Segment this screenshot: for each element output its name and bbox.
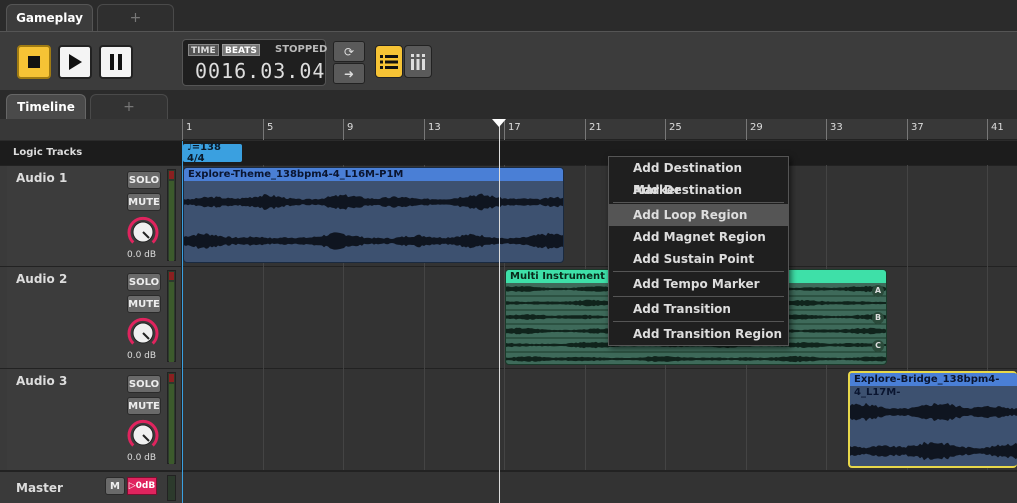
menu-add-destination-marker[interactable]: Add Destination Marker	[609, 157, 788, 197]
list-icon	[380, 54, 398, 69]
solo-button[interactable]: SOLO	[127, 375, 161, 393]
volume-knob[interactable]	[126, 215, 160, 249]
add-tab-button[interactable]: +	[97, 4, 174, 31]
bar-number: 13	[428, 122, 441, 133]
master-level-readout: ▷0dB	[127, 477, 157, 495]
track-header: Audio 2 SOLO MUTE 0.0 dB	[7, 267, 182, 368]
mute-button[interactable]: MUTE	[127, 295, 161, 313]
start-marker-line	[182, 141, 183, 503]
timeline-tabs: Timeline +	[0, 90, 1017, 119]
bar-tick	[665, 119, 666, 140]
pause-button[interactable]	[99, 45, 133, 79]
tab-timeline[interactable]: Timeline	[6, 94, 86, 119]
transport-status: STOPPED	[275, 44, 328, 55]
level-meter	[167, 372, 176, 464]
clip-title: Explore-Theme_138bpm4-4_L16M-P1M	[184, 168, 563, 181]
waveform	[850, 402, 1017, 461]
clip-title: Explore-Bridge_138bpm4-4_L17M-	[850, 373, 1017, 398]
transport-clock: TIME BEATS STOPPED 0016.03.04	[182, 39, 328, 86]
mixer-icon	[411, 53, 425, 70]
tab-gameplay[interactable]: Gameplay	[6, 4, 93, 31]
bar-tick	[343, 119, 344, 140]
track-header: Audio 1 SOLO MUTE 0.0 dB	[7, 166, 182, 266]
menu-add-sustain-point[interactable]: Add Sustain Point	[609, 248, 788, 270]
pause-icon	[110, 54, 122, 70]
master-track-name: Master	[16, 481, 63, 495]
loop-button[interactable]: ⟳	[333, 41, 365, 62]
logic-tracks-row: Logic Tracks ♩=138 4/4	[0, 141, 1017, 165]
arrow-right-icon: ➜	[343, 66, 355, 81]
context-menu: Add Destination Marker Add Destination R…	[608, 156, 789, 346]
track-name: Audio 3	[16, 374, 68, 388]
logic-tracks-label: Logic Tracks	[13, 147, 83, 158]
menu-add-transition[interactable]: Add Transition	[609, 298, 788, 320]
bar-number: 5	[267, 122, 274, 133]
bar-tick	[987, 119, 988, 140]
volume-knob[interactable]	[126, 316, 160, 350]
bar-tick	[746, 119, 747, 140]
tempo-marker[interactable]: ♩=138 4/4	[183, 142, 242, 164]
volume-readout: 0.0 dB	[127, 250, 157, 260]
level-meter	[167, 270, 176, 362]
beats-mode-toggle[interactable]: BEATS	[222, 44, 260, 56]
menu-add-transition-region[interactable]: Add Transition Region	[609, 323, 788, 345]
master-track: Master M ▷0dB	[0, 470, 1017, 503]
bar-number: 9	[347, 122, 354, 133]
stop-button[interactable]	[17, 45, 51, 79]
waveform	[184, 193, 563, 250]
bar-number: 21	[589, 122, 602, 133]
bar-number: 1	[186, 122, 193, 133]
menu-add-tempo-marker[interactable]: Add Tempo Marker	[609, 273, 788, 295]
bar-number: 41	[991, 122, 1004, 133]
position-counter: 0016.03.04	[195, 59, 326, 83]
stop-icon	[28, 56, 40, 68]
play-button[interactable]	[58, 45, 92, 79]
bar-ruler[interactable]: 1 5 9 13 17 21 25 29 33 37 41	[0, 119, 1017, 140]
transport-bar: TIME BEATS STOPPED 0016.03.04 ⟳ ➜	[0, 31, 1017, 90]
mixer-view-button[interactable]	[404, 45, 432, 78]
instrument-a-label: A	[872, 285, 884, 297]
volume-readout: 0.0 dB	[127, 453, 157, 463]
menu-add-destination-region[interactable]: Add Destination Region	[609, 179, 788, 219]
mute-button[interactable]: MUTE	[127, 193, 161, 211]
volume-knob[interactable]	[126, 418, 160, 452]
audio-clip[interactable]: Explore-Theme_138bpm4-4_L16M-P1M	[183, 167, 564, 263]
track-header: Audio 3 SOLO MUTE 0.0 dB	[7, 369, 182, 470]
play-icon	[69, 54, 82, 70]
selected-audio-clip[interactable]: Explore-Bridge_138bpm4-4_L17M-	[848, 371, 1017, 468]
app-window: Gameplay + TIME BEATS STOPPED 0016.03.04…	[0, 0, 1017, 503]
track-name: Audio 2	[16, 272, 68, 286]
bar-number: 37	[911, 122, 924, 133]
mute-button[interactable]: MUTE	[127, 397, 161, 415]
bar-tick	[907, 119, 908, 140]
instrument-b-label: B	[872, 312, 884, 324]
instrument-c-label: C	[872, 340, 884, 352]
bar-number: 29	[750, 122, 763, 133]
bar-number: 17	[508, 122, 521, 133]
add-timeline-button[interactable]: +	[90, 94, 168, 119]
level-meter	[167, 169, 176, 261]
playhead-handle[interactable]	[492, 119, 506, 127]
list-view-button[interactable]	[375, 45, 403, 78]
solo-button[interactable]: SOLO	[127, 273, 161, 291]
track-name: Audio 1	[16, 171, 68, 185]
playhead-line	[499, 119, 500, 503]
bar-tick	[424, 119, 425, 140]
follow-button[interactable]: ➜	[333, 63, 365, 84]
bar-number: 33	[830, 122, 843, 133]
menu-add-loop-region[interactable]: Add Loop Region	[609, 204, 788, 226]
master-mute-button[interactable]: M	[105, 477, 125, 495]
bar-tick	[826, 119, 827, 140]
bar-tick	[263, 119, 264, 140]
bar-number: 25	[669, 122, 682, 133]
volume-readout: 0.0 dB	[127, 351, 157, 361]
master-meter	[167, 475, 176, 501]
menu-add-magnet-region[interactable]: Add Magnet Region	[609, 226, 788, 248]
bar-tick	[182, 119, 183, 140]
time-mode-toggle[interactable]: TIME	[188, 44, 219, 56]
solo-button[interactable]: SOLO	[127, 171, 161, 189]
loop-icon: ⟳	[343, 44, 355, 59]
bar-tick	[585, 119, 586, 140]
